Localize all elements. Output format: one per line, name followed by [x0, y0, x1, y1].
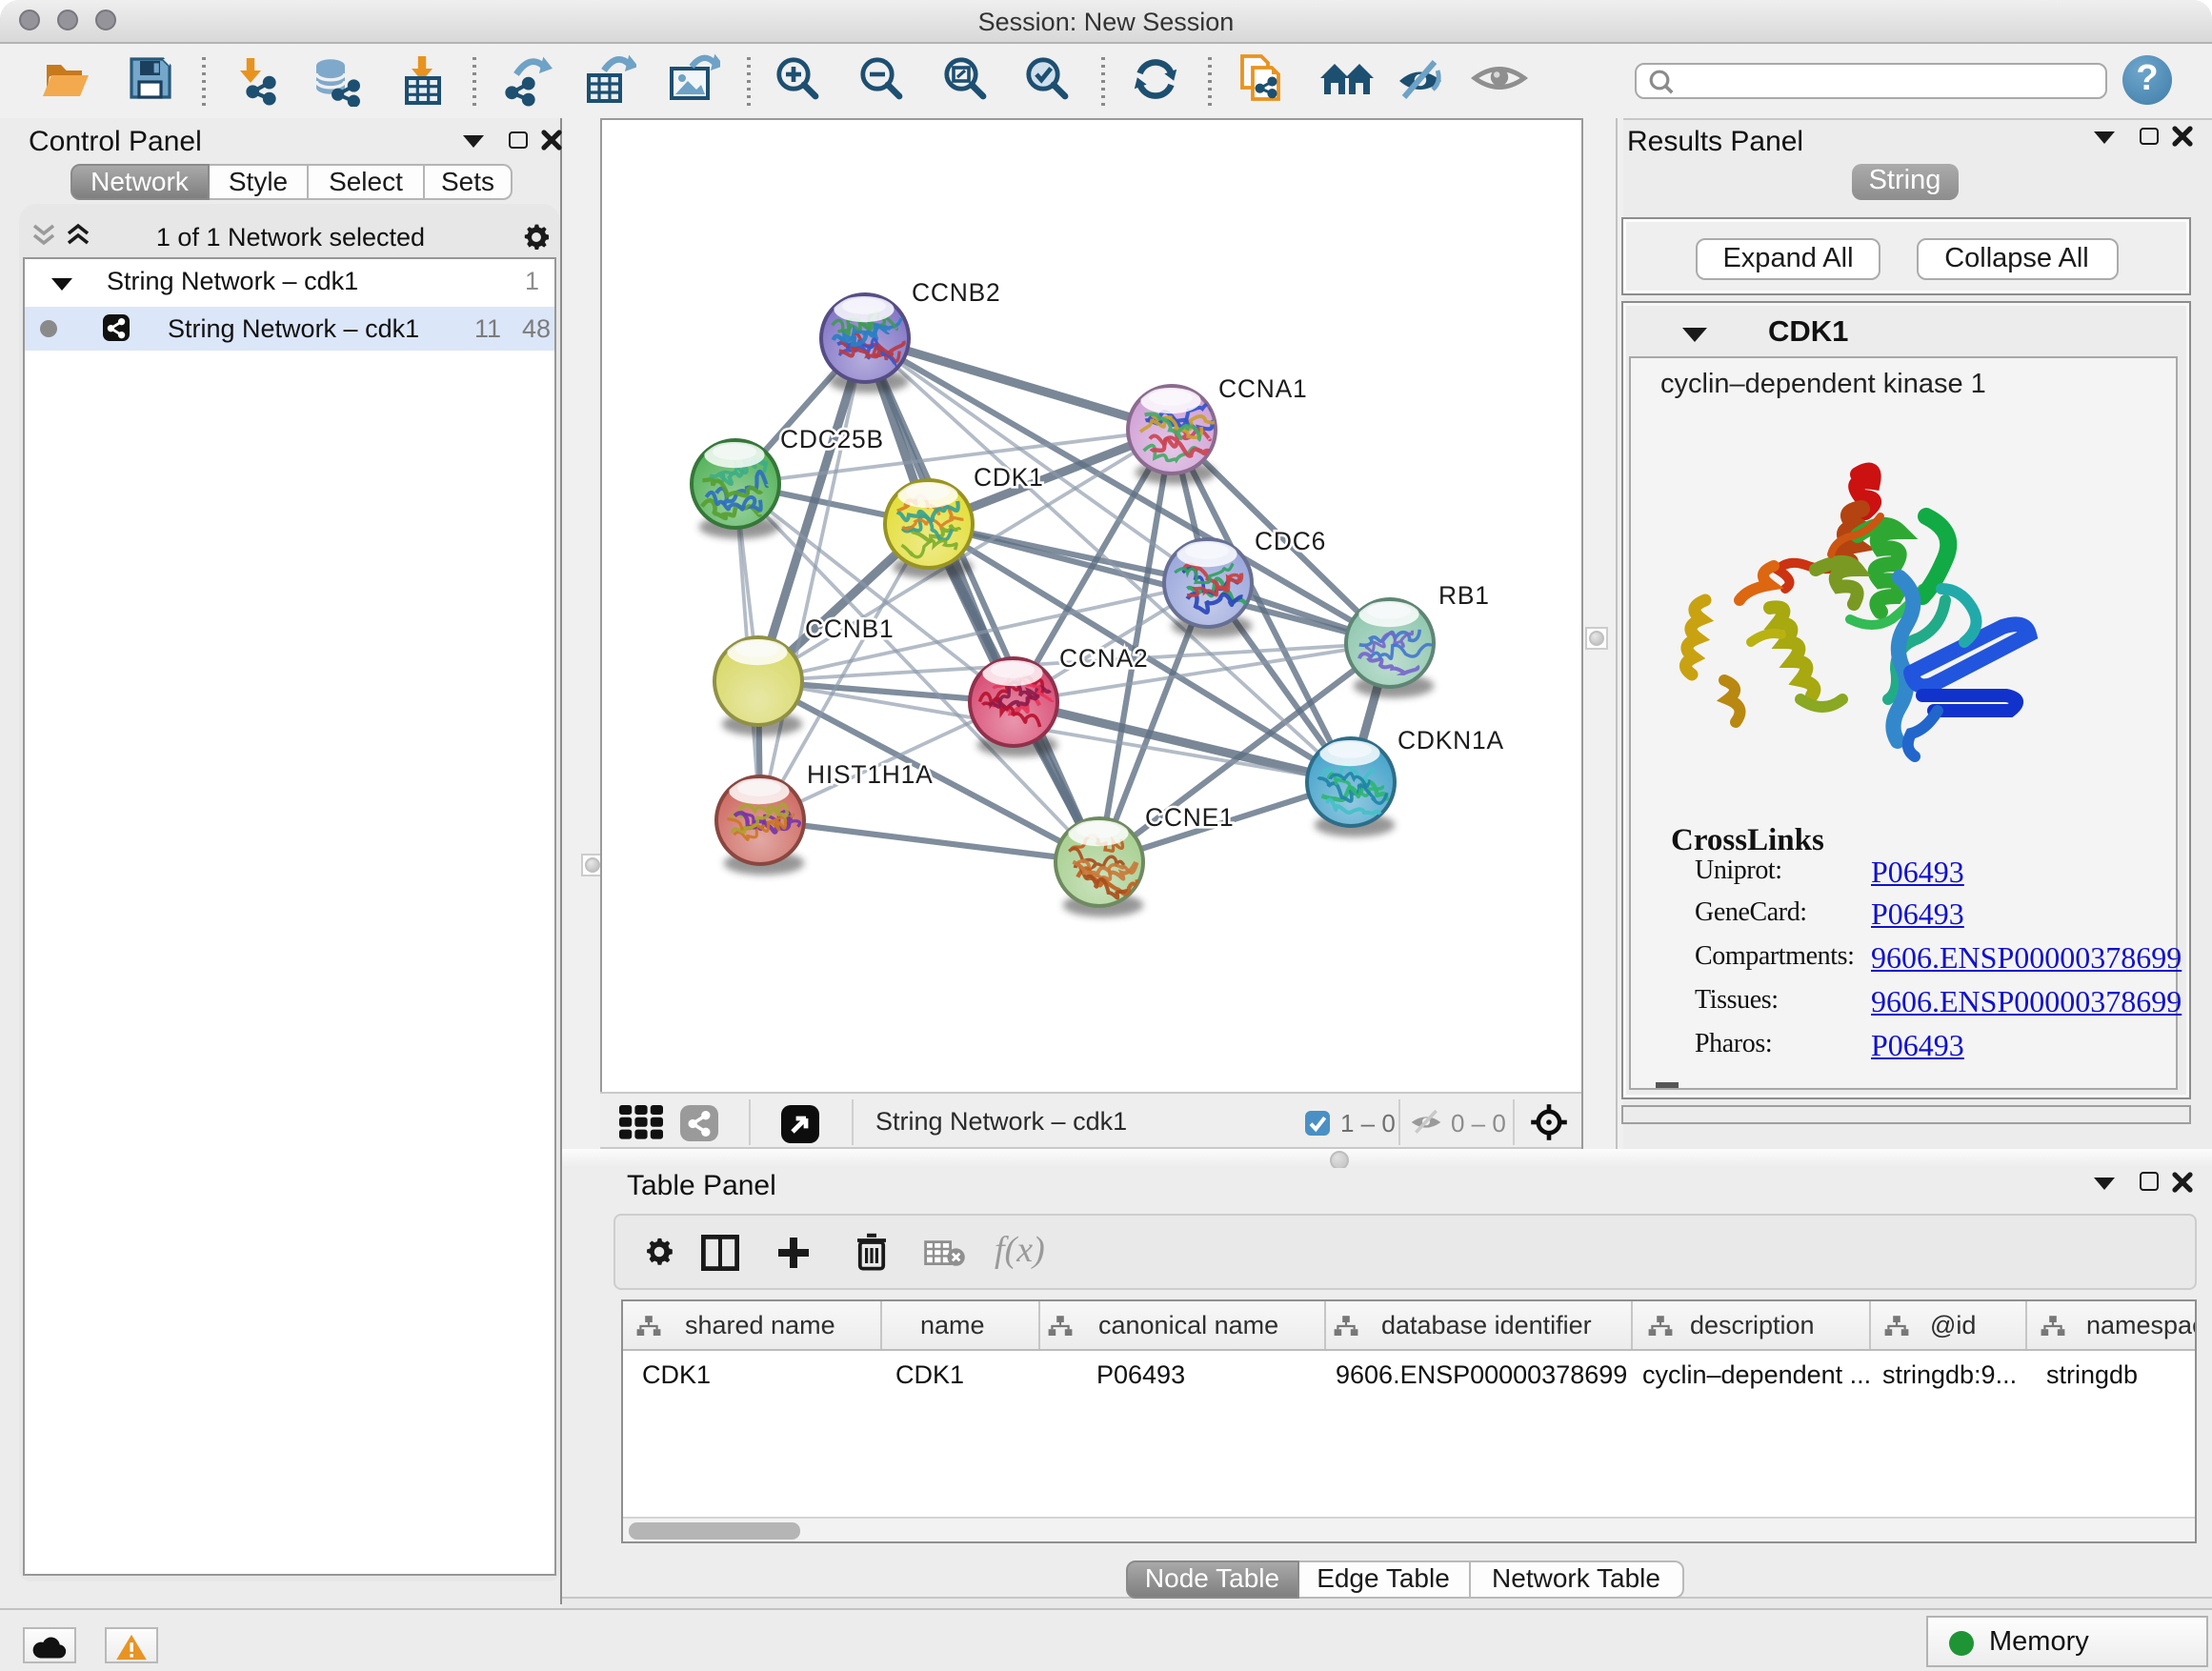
- svg-text:HIST1H1A: HIST1H1A: [806, 760, 933, 789]
- svg-text:CCNA1: CCNA1: [1217, 374, 1306, 403]
- svg-text:CCNE1: CCNE1: [1144, 803, 1233, 832]
- svg-text:CDC6: CDC6: [1254, 527, 1325, 555]
- svg-text:CDKN1A: CDKN1A: [1397, 726, 1503, 755]
- svg-text:CCNA2: CCNA2: [1058, 644, 1147, 673]
- svg-text:CCNB2: CCNB2: [911, 278, 999, 307]
- svg-text:CDC25B: CDC25B: [779, 425, 883, 453]
- svg-text:CCNB1: CCNB1: [804, 614, 893, 643]
- svg-text:CDK1: CDK1: [973, 463, 1043, 492]
- svg-text:RB1: RB1: [1438, 581, 1489, 610]
